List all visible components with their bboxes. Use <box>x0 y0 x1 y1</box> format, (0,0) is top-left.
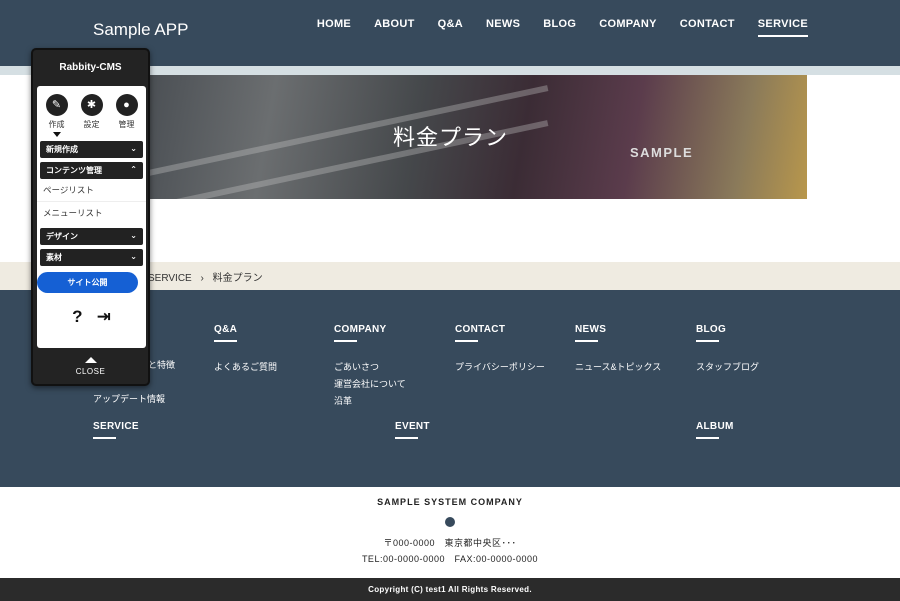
new-dropdown[interactable]: 新規作成 ⌄ <box>40 141 143 158</box>
settings-button[interactable]: ✱ 設定 <box>80 94 103 137</box>
chevron-down-icon: ⌄ <box>130 252 137 261</box>
divider <box>395 437 418 439</box>
footer-col-album: ALBUM <box>696 421 734 439</box>
footer-link[interactable]: よくあるご質問 <box>214 359 277 376</box>
footer-link[interactable]: スタッフブログ <box>696 359 759 376</box>
pen-icon: ✎ <box>45 94 68 116</box>
settings-label: 設定 <box>83 120 100 129</box>
footer-link[interactable]: ニュース&トピックス <box>575 359 661 376</box>
footer-col-company: COMPANY ごあいさつ 運営会社について 沿革 <box>334 324 406 410</box>
divider <box>214 340 237 342</box>
footer-heading[interactable]: SERVICE <box>93 421 139 432</box>
design-label: デザイン <box>46 232 78 241</box>
contents-dropdown[interactable]: コンテンツ管理 ⌃ <box>40 162 143 179</box>
footer-heading[interactable]: CONTACT <box>455 324 545 335</box>
company-address: 〒000-0000 東京都中央区･･･ <box>383 538 517 548</box>
divider <box>334 340 357 342</box>
new-label: 新規作成 <box>46 145 78 154</box>
cms-title: Rabbity-CMS <box>59 62 122 73</box>
nav-service[interactable]: SERVICE <box>757 18 808 37</box>
divider <box>455 340 478 342</box>
divider <box>696 437 719 439</box>
divider <box>696 340 719 342</box>
user-icon: ● <box>115 94 138 116</box>
footer-heading[interactable]: BLOG <box>696 324 759 335</box>
nav-contact[interactable]: CONTACT <box>680 18 735 37</box>
caret-down-icon <box>52 132 61 137</box>
close-button[interactable]: CLOSE <box>33 357 148 376</box>
company-tel: TEL:00-0000-0000 FAX:00-0000-0000 <box>361 554 539 564</box>
dot-decoration <box>445 517 455 527</box>
footer-heading[interactable]: ALBUM <box>696 421 734 432</box>
chevron-down-icon: ⌄ <box>130 231 137 240</box>
breadcrumb-service[interactable]: SERVICE <box>148 273 192 284</box>
main-nav: HOME ABOUT Q&A NEWS BLOG COMPANY CONTACT… <box>317 18 808 37</box>
logout-icon[interactable]: ⇥ <box>97 307 111 327</box>
footer-col-news: NEWS ニュース&トピックス <box>575 324 661 376</box>
site-logo[interactable]: Sample APP <box>93 20 188 40</box>
caret-up-icon <box>84 357 97 363</box>
material-dropdown[interactable]: 素材 ⌄ <box>40 249 143 266</box>
cms-menu: ✎ 作成 ✱ 設定 ● 管理 新規作成 ⌄ コンテンツ管理 ⌃ ページリスト メニューリス… <box>37 86 146 348</box>
footer-link[interactable]: アップデート情報 <box>93 391 175 408</box>
design-dropdown[interactable]: デザイン ⌄ <box>40 228 143 245</box>
footer-col-contact: CONTACT プライバシーポリシー <box>455 324 545 376</box>
manage-button[interactable]: ● 管理 <box>115 94 138 137</box>
divider <box>93 437 116 439</box>
help-icon[interactable]: ? <box>72 307 82 327</box>
breadcrumb-current: 料金プラン <box>212 273 263 284</box>
breadcrumb-separator: › <box>200 273 204 284</box>
menu-list-link[interactable]: メニューリスト <box>37 202 146 224</box>
publish-button[interactable]: サイト公開 <box>37 272 138 293</box>
footer-heading[interactable]: COMPANY <box>334 324 406 335</box>
hero-subtitle: SAMPLE <box>630 145 694 160</box>
nav-blog[interactable]: BLOG <box>543 18 576 37</box>
footer-col-event: EVENT <box>395 421 430 439</box>
footer-link[interactable]: ごあいさつ <box>334 359 406 376</box>
create-label: 作成 <box>48 120 65 129</box>
material-label: 素材 <box>46 253 62 262</box>
cms-panel: Rabbity-CMS ✎ 作成 ✱ 設定 ● 管理 新規作成 ⌄ コンテンツ管理 ⌃ ペ… <box>31 48 150 386</box>
footer-link[interactable]: 沿革 <box>334 393 406 410</box>
hero-banner: 料金プラン SAMPLE <box>93 75 807 199</box>
nav-qa[interactable]: Q&A <box>438 18 463 37</box>
footer-heading[interactable]: EVENT <box>395 421 430 432</box>
footer-col-blog: BLOG スタッフブログ <box>696 324 759 376</box>
manage-label: 管理 <box>118 120 135 129</box>
footer-col-service: SERVICE <box>93 421 139 439</box>
copyright: Copyright (C) test1 All Rights Reserved. <box>0 578 900 601</box>
nav-company[interactable]: COMPANY <box>599 18 657 37</box>
chevron-up-icon: ⌃ <box>130 165 137 174</box>
company-name: SAMPLE SYSTEM COMPANY <box>377 497 523 507</box>
divider <box>575 340 598 342</box>
hero-title: 料金プラン <box>393 125 509 150</box>
nav-home[interactable]: HOME <box>317 18 351 37</box>
footer-link[interactable]: 運営会社について <box>334 376 406 393</box>
nav-news[interactable]: NEWS <box>486 18 520 37</box>
company-info: SAMPLE SYSTEM COMPANY 〒000-0000 東京都中央区･･… <box>0 497 900 567</box>
nav-about[interactable]: ABOUT <box>374 18 415 37</box>
close-label: CLOSE <box>75 367 106 376</box>
page-list-link[interactable]: ページリスト <box>37 179 146 202</box>
gear-icon: ✱ <box>80 94 103 116</box>
contents-label: コンテンツ管理 <box>46 166 102 175</box>
footer-heading[interactable]: NEWS <box>575 324 661 335</box>
footer-link[interactable]: プライバシーポリシー <box>455 359 545 376</box>
create-button[interactable]: ✎ 作成 <box>45 94 68 137</box>
footer-col-qa: Q&A よくあるご質問 <box>214 324 277 376</box>
footer-heading[interactable]: Q&A <box>214 324 277 335</box>
chevron-down-icon: ⌄ <box>130 144 137 153</box>
